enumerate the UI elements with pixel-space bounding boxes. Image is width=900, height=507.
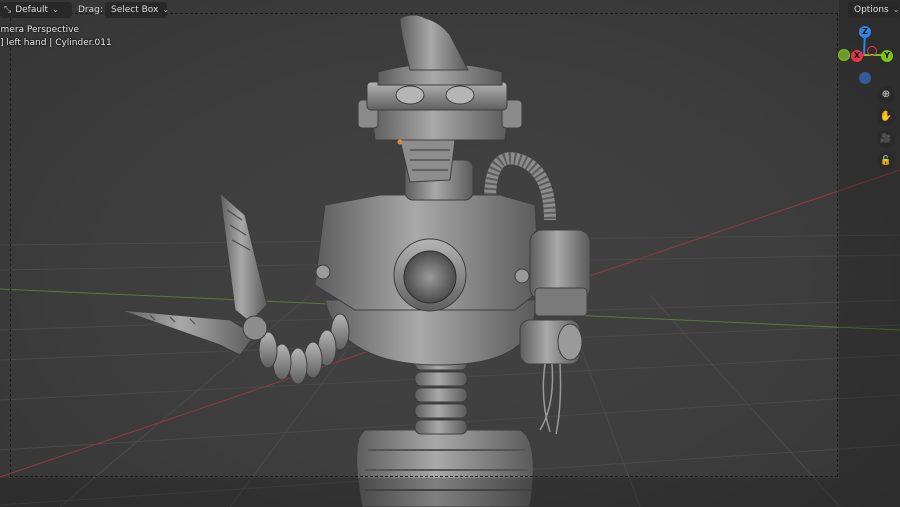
camera-passepartout-bottom — [0, 478, 839, 507]
gizmo-z-label: Z — [862, 27, 868, 36]
gizmo-y-axis[interactable]: Y — [881, 50, 893, 62]
gizmo-neg-z-axis[interactable] — [859, 72, 871, 84]
zoom-icon[interactable]: ⊕ — [877, 86, 895, 104]
camera-view-icon[interactable]: 🎥 — [877, 130, 895, 148]
options-dropdown[interactable]: Options ⌄ — [848, 2, 900, 18]
chevron-down-icon: ⌄ — [892, 5, 900, 14]
gizmo-x-label: X — [853, 51, 861, 60]
drag-label: Drag: — [78, 5, 103, 15]
object-info-text: ] left hand | Cylinder.011 — [0, 38, 112, 48]
pan-hand-icon[interactable]: ✋ — [877, 108, 895, 126]
transform-orientation-icon: ⤡ — [4, 5, 12, 15]
orientation-label: Default — [15, 5, 49, 15]
gizmo-neg-x-axis[interactable] — [867, 46, 877, 56]
navigation-gizmo[interactable]: Z X Y — [836, 22, 900, 86]
3d-viewport[interactable]: ⤡ Default ⌄ Drag: Select Box ⌄ Options ⌄ ame… — [0, 0, 900, 507]
view-name-text: amera Perspective — [0, 25, 80, 35]
gizmo-z-axis[interactable]: Z — [859, 26, 871, 38]
gizmo-x-axis[interactable]: X — [851, 50, 863, 62]
gizmo-y-label: Y — [884, 51, 890, 60]
select-mode-label: Select Box — [111, 5, 159, 15]
chevron-down-icon: ⌄ — [162, 5, 170, 14]
select-box-dropdown[interactable]: Select Box ⌄ — [105, 2, 170, 18]
options-label: Options — [854, 5, 889, 15]
gizmo-neg-y-axis[interactable] — [838, 49, 850, 61]
lock-camera-icon[interactable]: 🔓 — [877, 152, 895, 170]
camera-frame — [10, 13, 838, 477]
transform-orientation-dropdown[interactable]: ⤡ Default ⌄ — [0, 2, 72, 18]
chevron-down-icon: ⌄ — [52, 5, 59, 14]
